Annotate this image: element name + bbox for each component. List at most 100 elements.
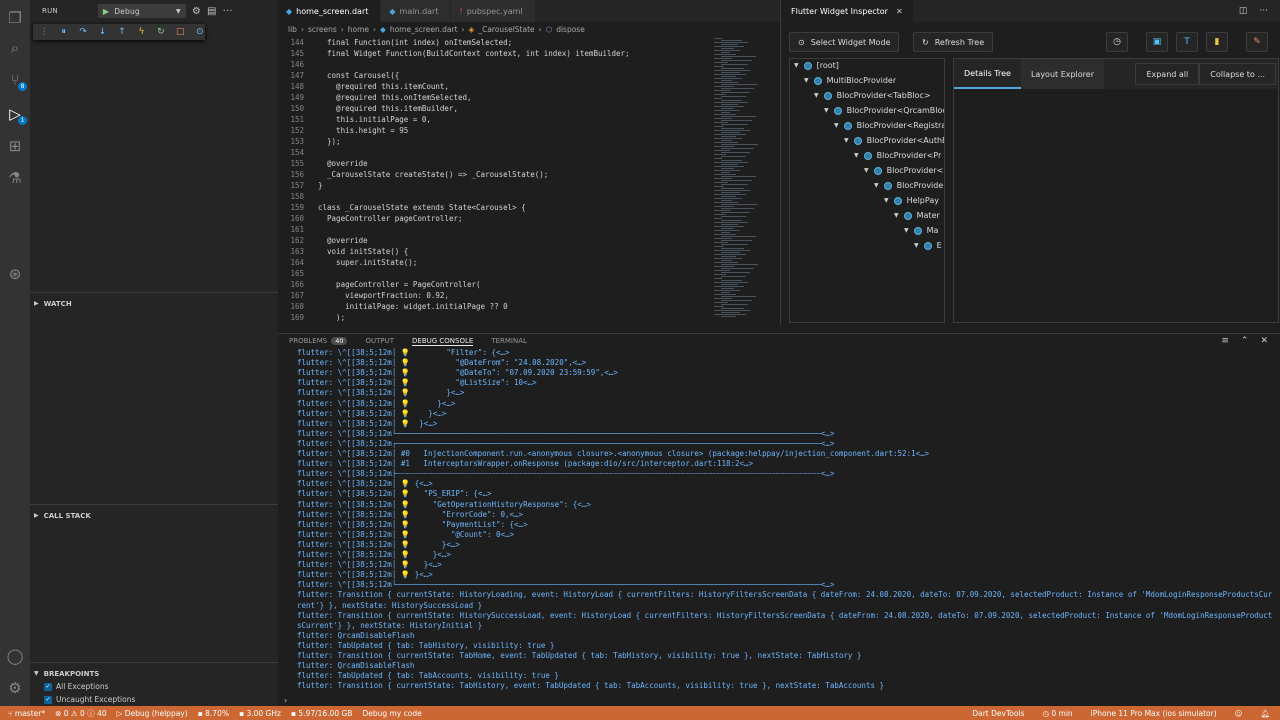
checkbox-icon[interactable]: ✓ — [44, 695, 52, 704]
chevron-down-icon[interactable]: ▼ — [804, 77, 809, 84]
tree-node[interactable]: ▼ BlocProvider<TabBloc> — [814, 91, 931, 100]
tab-problems[interactable]: PROBLEMS 40 — [289, 337, 348, 345]
code-area[interactable]: 144 final Function(int index) onItemSele… — [278, 36, 708, 325]
tab-pubspec[interactable]: ! pubspec.yaml — [451, 0, 536, 22]
slow-animations-button[interactable]: ◷ — [1106, 32, 1128, 52]
expand-all-button[interactable]: Expand all — [1135, 63, 1200, 85]
tab-home-screen[interactable]: ◆ home_screen.dart — [278, 0, 382, 22]
collapse-button[interactable]: Collapse to ... — [1199, 63, 1276, 85]
checkbox-icon[interactable]: ✓ — [44, 682, 52, 691]
stop-icon[interactable]: □ — [175, 24, 185, 40]
tab-details-tree[interactable]: Details Tree — [954, 59, 1021, 89]
debug-status[interactable]: ▷ Debug (helppay) — [117, 709, 188, 718]
close-icon[interactable]: ✕ — [1260, 336, 1268, 346]
hot-reload-icon[interactable]: ϟ — [136, 24, 146, 40]
chevron-down-icon[interactable]: ▼ — [834, 122, 839, 129]
tree-node[interactable]: ▼ BlocProvider<Pr — [854, 151, 941, 160]
maximize-icon[interactable]: ⌃ — [1241, 336, 1249, 346]
debug-console-output[interactable]: flutter: \^[[38;5;12m│ 💡 "Filter": {<…> f… — [297, 348, 1277, 703]
gear-icon[interactable]: ⚙ — [192, 6, 201, 17]
tab-layout-explorer[interactable]: Layout Explorer — [1020, 59, 1104, 89]
device-status[interactable]: iPhone 11 Pro Max (ios simulator) — [1091, 709, 1217, 718]
settings-gear-icon[interactable]: ⚙ — [5, 678, 25, 698]
minimap[interactable] — [712, 36, 774, 325]
tree-node[interactable]: ▼ BlocProvide — [874, 181, 943, 190]
chevron-down-icon[interactable]: ▼ — [874, 182, 879, 189]
breakpoints-section-header[interactable]: ▼ BREAKPOINTS — [30, 662, 278, 684]
tree-node[interactable]: ▼ HelpPay — [884, 196, 939, 205]
chevron-down-icon[interactable]: ▼ — [844, 137, 849, 144]
restart-icon[interactable]: ↻ — [156, 24, 166, 40]
breadcrumb-item[interactable]: lib — [288, 25, 297, 34]
chevron-down-icon[interactable]: ▼ — [884, 197, 889, 204]
split-editor-icon[interactable]: ◫ — [1239, 6, 1248, 16]
tab-debug-console[interactable]: DEBUG CONSOLE — [412, 337, 474, 346]
problems-status[interactable]: ⊗ 0 ⚠ 0 ⓘ 40 — [55, 708, 107, 719]
tree-node[interactable]: ▼ Mater — [894, 211, 940, 220]
breadcrumb-item[interactable]: home — [348, 25, 369, 34]
debug-paint-button[interactable]: ▣ — [1146, 32, 1168, 52]
oversized-images-button[interactable]: ✎ — [1246, 32, 1268, 52]
callstack-section-header[interactable]: ▶ CALL STACK — [30, 504, 278, 526]
tree-node[interactable]: ▼ E — [914, 241, 942, 250]
account-icon[interactable]: ◯ — [5, 646, 25, 666]
tree-node[interactable]: ▼ [root] — [794, 61, 839, 70]
chevron-down-icon[interactable]: ▼ — [914, 242, 919, 249]
breadcrumb-item[interactable]: dispose — [556, 25, 585, 34]
chevron-down-icon[interactable]: ▼ — [894, 212, 899, 219]
remote-icon[interactable]: ⊛ — [5, 264, 25, 284]
step-over-icon[interactable]: ↷ — [78, 24, 88, 40]
breakpoint-item[interactable]: ✓ Uncaught Exceptions — [44, 695, 135, 704]
drag-handle-icon[interactable]: ⋮ — [39, 24, 49, 40]
tree-node[interactable]: ▼ Ma — [904, 226, 938, 235]
debug-config-select[interactable]: ▶ Debug ▼ — [97, 4, 186, 18]
watch-section-header[interactable]: ▶ WATCH — [30, 292, 278, 314]
step-into-icon[interactable]: ↓ — [97, 24, 107, 40]
more-icon[interactable]: ··· — [223, 6, 233, 17]
console-prompt-icon[interactable]: › — [284, 696, 287, 705]
chevron-down-icon[interactable]: ▼ — [794, 62, 799, 69]
more-icon[interactable]: ··· — [1259, 6, 1268, 16]
run-debug-icon[interactable]: ▷ 1 — [5, 104, 27, 125]
breadcrumb-item[interactable]: home_screen.dart — [390, 25, 458, 34]
tree-node[interactable]: ▼ BlocProvider<QrcamBloc — [824, 106, 944, 115]
tree-node[interactable]: ▼ BlocProvider<AuthB — [844, 136, 944, 145]
feedback-icon[interactable]: ☺ — [1235, 709, 1243, 718]
extensions-icon[interactable]: ⊞ — [5, 136, 25, 156]
chevron-down-icon[interactable]: ▼ — [854, 152, 859, 159]
step-out-icon[interactable]: ↑ — [117, 24, 127, 40]
chevron-down-icon[interactable]: ▼ — [814, 92, 819, 99]
baselines-button[interactable]: T — [1176, 32, 1198, 52]
repaint-rainbow-button[interactable]: ▮ — [1206, 32, 1228, 52]
testing-icon[interactable]: ⚗ — [5, 168, 25, 188]
debug-code-status[interactable]: Debug my code — [362, 709, 421, 718]
tree-node[interactable]: ▼ BlocProvider< — [864, 166, 943, 175]
explorer-icon[interactable]: ❐ — [5, 8, 25, 28]
tab-widget-inspector[interactable]: Flutter Widget Inspector ✕ — [781, 0, 913, 22]
tab-output[interactable]: OUTPUT — [365, 337, 394, 345]
breadcrumb-item[interactable]: screens — [308, 25, 337, 34]
start-debug-icon[interactable]: ▶ — [103, 7, 109, 16]
devtools-status[interactable]: Dart DevTools — [972, 709, 1024, 718]
inspect-widget-icon[interactable]: ⊙ — [195, 24, 205, 40]
chevron-down-icon[interactable]: ▼ — [824, 107, 829, 114]
close-icon[interactable]: ✕ — [896, 7, 903, 16]
chevron-down-icon[interactable]: ▼ — [904, 227, 909, 234]
source-control-icon[interactable]: ⑂ 8 — [5, 70, 27, 91]
clear-console-icon[interactable]: ≡ — [1221, 336, 1229, 346]
refresh-tree-button[interactable]: ↻ Refresh Tree — [913, 32, 994, 52]
debug-console-icon[interactable]: ▤ — [207, 6, 217, 17]
search-icon[interactable]: ⌕ — [5, 38, 25, 58]
breakpoint-item[interactable]: ✓ All Exceptions — [44, 682, 109, 691]
chevron-down-icon[interactable]: ▼ — [864, 167, 869, 174]
tab-main[interactable]: ◆ main.dart — [381, 0, 452, 22]
widget-tree[interactable]: ▼ [root] ▼ MultiBlocProvider ▼ BlocProvider<T… — [789, 58, 945, 323]
tree-node[interactable]: ▼ BlocProvider<Registra — [834, 121, 944, 130]
select-widget-mode-button[interactable]: ⊙ Select Widget Mode — [789, 32, 900, 52]
tab-terminal[interactable]: TERMINAL — [491, 337, 527, 345]
tree-node[interactable]: ▼ MultiBlocProvider — [804, 76, 896, 85]
pause-icon[interactable]: ⏸ — [58, 24, 68, 40]
branch-status[interactable]: ⑂ master* — [8, 709, 45, 718]
notifications-icon[interactable]: 🔔︎ — [1260, 709, 1270, 718]
breadcrumb-item[interactable]: _CarouselState — [478, 25, 534, 34]
